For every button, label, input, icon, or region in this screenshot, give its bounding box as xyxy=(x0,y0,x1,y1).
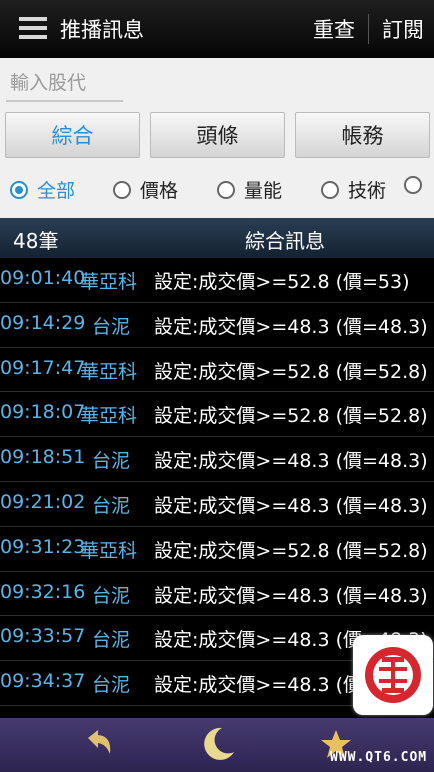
filter-area: 綜合 頭條 帳務 全部 價格 量能 技術 xyxy=(0,58,434,218)
watermark: WWW.QT6.COM xyxy=(330,750,428,765)
message-time: 09:33:57 xyxy=(0,625,86,648)
message-text: 設定:成交價>=52.8 (價=53) xyxy=(154,271,410,293)
radio-technical[interactable]: 技術 xyxy=(321,176,386,203)
radio-icon xyxy=(404,176,422,194)
stock-name: 台泥 xyxy=(92,674,131,697)
stock-name: 台泥 xyxy=(92,494,131,517)
message-text: 設定:成交價>=52.8 (價=52.8) xyxy=(154,360,428,383)
stock-name: 台泥 xyxy=(92,450,131,473)
filter-radio-group: 全部 價格 量能 技術 xyxy=(0,170,434,210)
message-time: 09:18:51 xyxy=(0,446,86,469)
back-icon[interactable] xyxy=(78,724,118,764)
message-time: 09:01:40 xyxy=(0,267,86,289)
radio-icon xyxy=(321,180,339,199)
message-time: 09:14:29 xyxy=(0,311,86,334)
list-title: 綜合訊息 xyxy=(245,229,325,253)
requery-button[interactable]: 重查 xyxy=(313,14,355,44)
radio-icon xyxy=(113,180,131,199)
message-text: 設定:成交價>=52.8 (價=52.8) xyxy=(154,539,428,562)
tab-accounts[interactable]: 帳務 xyxy=(295,112,430,158)
list-header: 48筆 綜合訊息 xyxy=(0,218,434,258)
stock-name: 台泥 xyxy=(92,584,131,607)
radio-all[interactable]: 全部 xyxy=(10,176,75,203)
message-row[interactable]: 09:21:02 台泥 設定:成交價>=48.3 (價=48.3) xyxy=(0,482,434,527)
message-row[interactable]: 09:31:23 華亞科 設定:成交價>=52.8 (價=52.8) xyxy=(0,527,434,572)
bank-logo-icon xyxy=(365,647,421,703)
message-text: 設定:成交價>=52.8 (價=52.8) xyxy=(154,405,428,428)
radio-price[interactable]: 價格 xyxy=(113,176,178,203)
message-text: 設定:成交價>=48.3 (價=48.3) xyxy=(154,450,428,473)
menu-icon[interactable] xyxy=(19,17,47,41)
message-time: 09:34:37 xyxy=(0,670,86,693)
message-row[interactable]: 09:01:40 華亞科 設定:成交價>=52.8 (價=53) xyxy=(0,258,434,303)
radio-icon xyxy=(217,180,235,199)
header-divider xyxy=(368,14,369,44)
stock-name: 台泥 xyxy=(92,629,131,652)
stock-name: 華亞科 xyxy=(80,360,138,383)
stock-name: 華亞科 xyxy=(80,405,138,428)
page-title: 推播訊息 xyxy=(60,18,144,42)
message-time: 09:32:16 xyxy=(0,580,86,603)
message-time: 09:31:23 xyxy=(0,535,86,558)
message-row[interactable]: 09:18:51 台泥 設定:成交價>=48.3 (價=48.3) xyxy=(0,437,434,482)
message-text: 設定:成交價>=48.3 (價=48.3) xyxy=(154,584,428,607)
radio-volume[interactable]: 量能 xyxy=(217,176,282,203)
message-text: 設定:成交價>=48.3 (價=48.3) xyxy=(154,315,428,338)
night-mode-icon[interactable] xyxy=(198,724,238,764)
message-time: 09:17:47 xyxy=(0,356,86,379)
stock-code-input[interactable] xyxy=(6,66,123,102)
bottom-bar: WWW.QT6.COM xyxy=(0,718,434,772)
message-time: 09:18:07 xyxy=(0,401,86,424)
stock-name: 華亞科 xyxy=(80,539,138,562)
message-time: 09:21:02 xyxy=(0,490,86,513)
message-text: 設定:成交價>=48.3 (價=48.3) xyxy=(154,494,428,517)
tab-headlines[interactable]: 頭條 xyxy=(150,112,285,158)
message-row[interactable]: 09:17:47 華亞科 設定:成交價>=52.8 (價=52.8) xyxy=(0,348,434,393)
stock-name: 華亞科 xyxy=(80,271,138,293)
message-row[interactable]: 09:14:29 台泥 設定:成交價>=48.3 (價=48.3) xyxy=(0,303,434,348)
stock-name: 台泥 xyxy=(92,315,131,338)
subscribe-button[interactable]: 訂閱 xyxy=(382,14,424,44)
radio-selected-icon xyxy=(10,180,28,199)
message-row[interactable]: 09:32:16 台泥 設定:成交價>=48.3 (價=48.3) xyxy=(0,572,434,617)
app-logo-button[interactable] xyxy=(353,635,433,715)
radio-more[interactable] xyxy=(404,176,431,194)
tab-composite[interactable]: 綜合 xyxy=(5,112,140,158)
message-row[interactable]: 09:18:07 華亞科 設定:成交價>=52.8 (價=52.8) xyxy=(0,392,434,438)
message-count: 48筆 xyxy=(13,229,59,253)
title-bar: 推播訊息 重查 訂閱 xyxy=(0,0,434,58)
